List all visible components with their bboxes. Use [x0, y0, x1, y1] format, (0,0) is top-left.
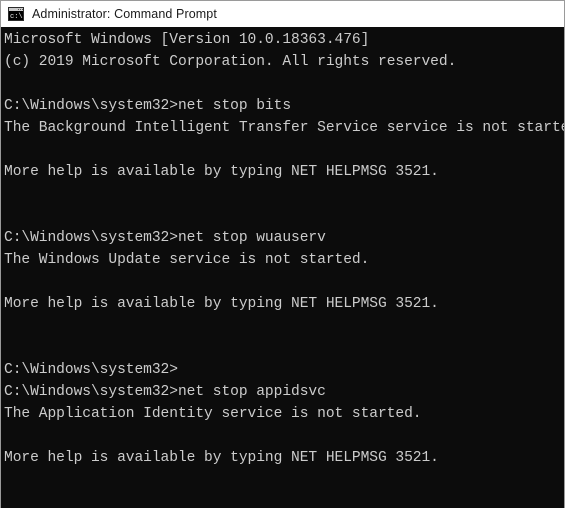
console-output-area[interactable]: Microsoft Windows [Version 10.0.18363.47…: [1, 27, 565, 508]
console-line: The Background Intelligent Transfer Serv…: [4, 120, 565, 136]
console-line: The Application Identity service is not …: [4, 406, 422, 422]
console-line: (c) 2019 Microsoft Corporation. All righ…: [4, 54, 457, 70]
svg-text:c:\.: c:\.: [10, 13, 24, 21]
console-line: C:\Windows\system32>net stop wuauserv: [4, 230, 326, 246]
window-titlebar[interactable]: c:\. Administrator: Command Prompt: [1, 1, 564, 27]
console-line: The Windows Update service is not starte…: [4, 252, 370, 268]
console-line: More help is available by typing NET HEL…: [4, 296, 439, 312]
console-line: C:\Windows\system32>net stop appidsvc: [4, 384, 326, 400]
console-line: C:\Windows\system32>net stop bits: [4, 98, 292, 114]
console-line: Microsoft Windows [Version 10.0.18363.47…: [4, 32, 370, 48]
console-line: C:\Windows\system32>: [4, 362, 178, 378]
command-prompt-window: c:\. Administrator: Command Prompt Micro…: [0, 0, 565, 508]
command-prompt-icon: c:\.: [8, 6, 24, 22]
console-line: More help is available by typing NET HEL…: [4, 164, 439, 180]
console-line: More help is available by typing NET HEL…: [4, 450, 439, 466]
window-title: Administrator: Command Prompt: [32, 7, 217, 21]
